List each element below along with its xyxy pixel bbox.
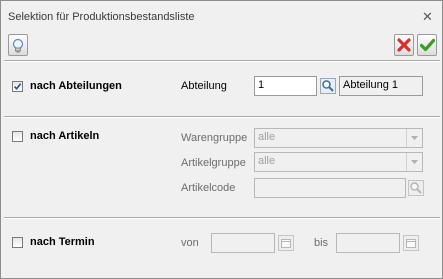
artikelgruppe-value: alle [258,155,276,167]
artikelgruppe-select[interactable]: alle [254,152,423,172]
calendar-icon [403,235,419,251]
divider [4,217,440,219]
divider [4,60,440,62]
window-title: Selektion für Produktionsbestandsliste [8,11,195,23]
search-icon [408,180,424,196]
calendar-icon [278,235,294,251]
abteilungen-checkbox[interactable] [12,81,23,92]
artikeln-checkbox[interactable] [12,131,23,142]
bis-label: bis [314,237,329,249]
checkmark-icon [13,83,22,91]
artikeln-label[interactable]: nach Artikeln [30,130,99,142]
warengruppe-label: Warengruppe [181,132,248,144]
artikelgruppe-label: Artikelgruppe [181,157,246,169]
red-x-icon [397,38,411,52]
green-check-icon [420,38,435,52]
warengruppe-value: alle [258,131,276,143]
title-bar: Selektion für Produktionsbestandsliste ✕ [1,1,442,34]
artikelcode-search-button[interactable] [408,180,424,196]
lightbulb-icon [12,38,24,53]
ok-button[interactable] [417,34,437,56]
abteilung-search-button[interactable] [320,78,336,94]
cancel-button[interactable] [394,34,414,56]
chevron-down-icon[interactable] [406,153,422,171]
dialog-window: Selektion für Produktionsbestandsliste ✕… [0,0,443,279]
abteilungen-label[interactable]: nach Abteilungen [30,80,122,92]
bis-calendar-button[interactable] [403,235,419,251]
abteilung-input[interactable]: 1 [254,76,317,96]
hint-button[interactable] [8,34,28,56]
termin-checkbox[interactable] [12,237,23,248]
bis-date-input[interactable] [336,233,400,253]
von-label: von [181,237,199,249]
search-icon [320,78,336,94]
close-icon[interactable]: ✕ [422,10,433,23]
artikelcode-label: Artikelcode [181,182,236,194]
abteilung-label: Abteilung [181,80,227,92]
artikelcode-input[interactable] [254,178,406,198]
termin-label[interactable]: nach Termin [30,236,95,248]
von-calendar-button[interactable] [278,235,294,251]
divider [4,116,440,118]
chevron-down-icon[interactable] [406,129,422,147]
warengruppe-select[interactable]: alle [254,128,423,148]
von-date-input[interactable] [211,233,275,253]
abteilung-name-display: Abteilung 1 [339,76,423,96]
